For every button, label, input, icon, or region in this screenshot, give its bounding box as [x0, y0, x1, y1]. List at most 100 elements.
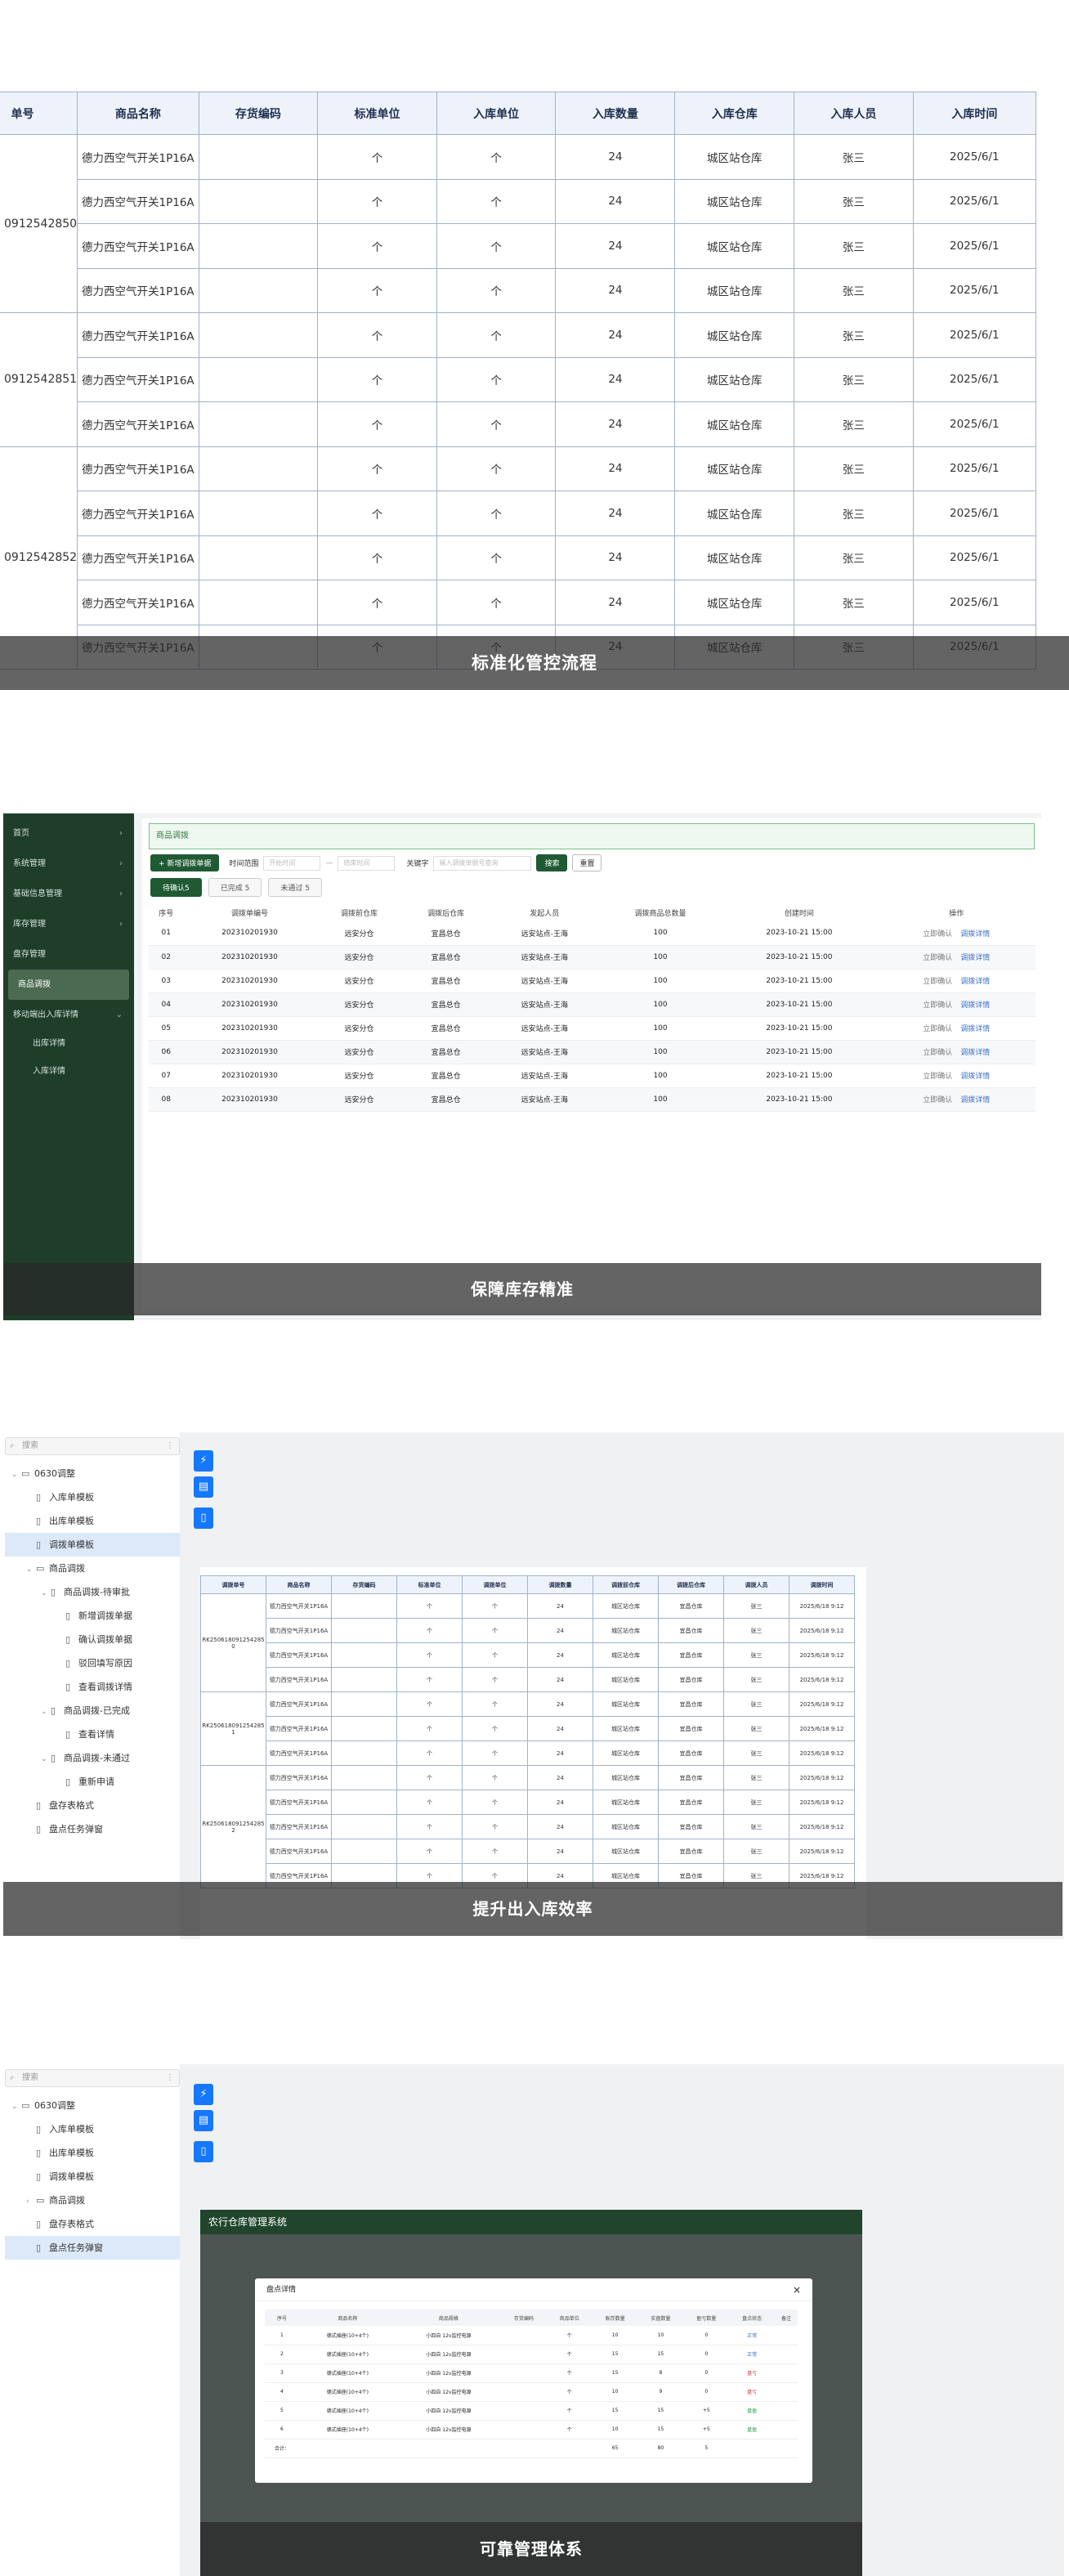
table-cell: 2023-10-21 15:00 [721, 921, 878, 946]
sidebar-item[interactable]: 基础信息管理 › [3, 879, 134, 909]
tree-node[interactable]: ▯ 入库单模板 [5, 1485, 180, 1509]
more-icon[interactable]: ⋮ [166, 2070, 174, 2086]
table-cell: 德力西空气开关1P16A [77, 535, 199, 580]
file-icon: ▯ [65, 1611, 71, 1621]
detail-link[interactable]: 调拨详情 [960, 930, 990, 939]
detail-link[interactable]: 调拨详情 [960, 1001, 990, 1010]
tree-node[interactable]: ▯ 盘存表格式 [5, 2212, 180, 2236]
table-cell: 宜昌仓库 [658, 1814, 724, 1839]
column-header: 调拨后仓库 [658, 1575, 724, 1594]
confirm-link[interactable]: 立即确认 [923, 978, 952, 986]
tree-node-label: 调拨单模板 [49, 1539, 94, 1550]
sidebar-subitem[interactable]: 入库详情 [3, 1058, 134, 1086]
new-transfer-button[interactable]: + 新增调拨单据 [150, 854, 220, 871]
time-label: 时间范围 [229, 860, 259, 868]
table-cell: 个 [436, 446, 557, 491]
confirm-link[interactable]: 立即确认 [923, 930, 952, 939]
tree-node[interactable]: ▯ 重新申请 [5, 1770, 180, 1794]
tree-node[interactable]: ▯ 盘存表格式 [5, 1794, 180, 1817]
tree-node[interactable]: › ▭ 商品调拨 [5, 2188, 180, 2212]
transfer-table: 序号 调拨单编号 调拨前仓库 调拨后仓库 发起人员 调拨商品总数量 创建时间 操作 01 202… [149, 903, 1035, 1112]
chevron-icon: ⌄ [115, 1010, 123, 1019]
close-icon[interactable]: × [793, 2278, 801, 2301]
lightning-icon[interactable]: ⚡ [194, 2084, 213, 2105]
confirm-link[interactable]: 立即确认 [923, 954, 952, 962]
sidebar-item[interactable]: 盘存管理 [3, 939, 134, 970]
tree-node[interactable]: ▯ 确认调拨单据 [5, 1628, 180, 1651]
tree-node[interactable]: ▯ 出库单模板 [5, 1509, 180, 1533]
status-tab[interactable]: 待确认5 [150, 878, 202, 897]
table-cell: 07 [149, 1064, 184, 1088]
date-to-input[interactable]: 结束时间 [338, 855, 396, 871]
table-cell: 2025/6/18 9:12 [789, 1691, 855, 1717]
sidebar-subitem[interactable]: 出库详情 [3, 1030, 134, 1058]
table-cell: 宜昌总仓 [402, 969, 490, 993]
detail-link[interactable]: 调拨详情 [960, 1025, 990, 1033]
date-from-input[interactable]: 开始时间 [263, 855, 321, 871]
confirm-link[interactable]: 立即确认 [923, 1001, 952, 1010]
confirm-link[interactable]: 立即确认 [923, 1025, 952, 1033]
lightning-icon[interactable]: ⚡ [194, 1450, 213, 1472]
note-icon[interactable]: ▤ [194, 2110, 213, 2131]
tree-node[interactable]: ▯ 驳回填写原因 [5, 1651, 180, 1675]
keyword-input[interactable]: 输入调拨单据号查询 [433, 855, 532, 871]
table-row: 德力西空气开关1P16A 个个 24 城区站仓库 宜昌仓库 张三 2025/6/18 9:1… [201, 1740, 855, 1766]
tree-node[interactable]: ▯ 调拨单模板 [5, 1533, 180, 1557]
table-cell: 宜昌仓库 [658, 1765, 724, 1790]
tree-node[interactable]: ⌄ ▭ 0630调整 [5, 2094, 180, 2117]
confirm-link[interactable]: 立即确认 [923, 1049, 952, 1057]
tree-node[interactable]: ▯ 盘点任务弹窗 [5, 2236, 180, 2260]
tree-node[interactable]: ▯ 出库单模板 [5, 2141, 180, 2165]
tree-node[interactable]: ▯ 调拨单模板 [5, 2165, 180, 2188]
table-row: 0912542851 德力西空气开关1P16A 个个 24 城区站仓库 张三 2025/6/… [0, 312, 1037, 447]
sidebar-item[interactable]: 库存管理 › [3, 909, 134, 939]
tree-node[interactable]: ⌄ ▯ 商品调拨-已完成 [5, 1699, 180, 1723]
search-input[interactable]: ⌕ 搜索 ⋮ [5, 2069, 180, 2087]
tree-node[interactable]: ▯ 查看详情 [5, 1723, 180, 1746]
note-icon[interactable]: ▤ [194, 1476, 213, 1498]
table-cell: 张三 [794, 312, 914, 358]
sidebar-item[interactable]: 首页 › [3, 818, 134, 849]
tree-node[interactable]: ▯ 新增调拨单据 [5, 1604, 180, 1628]
confirm-link[interactable]: 立即确认 [923, 1096, 952, 1104]
file-icon: ▯ [36, 2148, 42, 2158]
sidebar-item[interactable]: 商品调拨 [8, 970, 129, 1000]
status-tabs: 待确认5 已完成 5 未通过 5 [150, 878, 1033, 897]
detail-link[interactable]: 调拨详情 [960, 954, 990, 962]
table-cell: 德力西空气开关1P16A [266, 1593, 332, 1619]
tree-node[interactable]: ▯ 入库单模板 [5, 2117, 180, 2141]
sidebar-item[interactable]: 系统管理 › [3, 849, 134, 879]
tree-node[interactable]: ⌄ ▯ 商品调拨-未通过 [5, 1746, 180, 1770]
table-cell: 德力西空气开关1P16A [77, 580, 199, 625]
sidebar-item[interactable]: 移动端出入库详情 ⌄ [3, 1000, 134, 1030]
page-icon[interactable]: ▯ [194, 2141, 213, 2162]
tree-node[interactable]: ⌄ ▯ 商品调拨-待审批 [5, 1580, 180, 1604]
confirm-link[interactable]: 立即确认 [923, 1073, 952, 1081]
tree-node[interactable]: ⌄ ▭ 商品调拨 [5, 1557, 180, 1580]
search-button[interactable]: 搜索 [536, 854, 568, 871]
table-cell: 个 [462, 1642, 528, 1668]
tree-node[interactable]: ▯ 查看调拨详情 [5, 1675, 180, 1699]
detail-link[interactable]: 调拨详情 [960, 1073, 990, 1081]
table-cell: 城区站仓库 [593, 1618, 659, 1643]
table-cell: 24 [527, 1716, 593, 1741]
tree-node[interactable]: ⌄ ▭ 0630调整 [5, 1462, 180, 1485]
detail-link[interactable]: 调拨详情 [960, 1096, 990, 1104]
table-cell: 远安分仓 [315, 945, 403, 970]
table-cell: 202310201930 [183, 1016, 316, 1041]
table-cell: 5 [265, 2401, 299, 2421]
status-tab[interactable]: 未通过 5 [268, 878, 322, 897]
table-cell: 10 [592, 2326, 638, 2345]
reset-button[interactable]: 重置 [572, 854, 602, 871]
detail-link[interactable]: 调拨详情 [960, 1049, 990, 1057]
more-icon[interactable]: ⋮ [166, 1438, 174, 1454]
table-cell: 个 [462, 1618, 528, 1643]
detail-link[interactable]: 调拨详情 [960, 978, 990, 986]
search-input[interactable]: ⌕ 搜索 ⋮ [5, 1437, 180, 1455]
status-tab[interactable]: 已完成 5 [208, 878, 262, 897]
file-icon: ▯ [36, 1492, 42, 1503]
table-cell [500, 2382, 547, 2402]
table-cell: 张三 [794, 580, 914, 625]
page-icon[interactable]: ▯ [194, 1508, 213, 1529]
tree-node[interactable]: ▯ 盘点任务弹窗 [5, 1817, 180, 1841]
